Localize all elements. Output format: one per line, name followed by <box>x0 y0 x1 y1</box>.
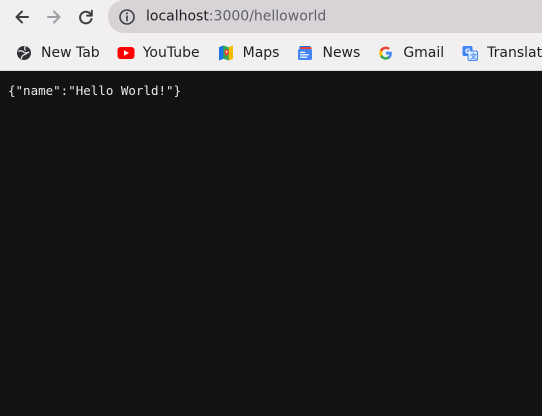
maps-icon <box>217 44 235 62</box>
bookmark-new-tab[interactable]: New Tab <box>12 38 106 68</box>
forward-button[interactable] <box>42 5 66 29</box>
new-tab-icon <box>15 44 33 62</box>
back-button[interactable] <box>10 5 34 29</box>
page-content: {"name":"Hello World!"} <box>0 71 542 416</box>
bookmarks-bar: New Tab YouTube Maps News Gmail G 文 Tran… <box>0 36 542 70</box>
arrow-left-icon <box>12 7 32 27</box>
bookmark-maps[interactable]: Maps <box>214 38 286 68</box>
bookmark-label-maps: Maps <box>242 45 280 61</box>
reload-button[interactable] <box>74 5 98 29</box>
svg-text:文: 文 <box>469 51 477 60</box>
address-bar[interactable]: localhost:3000/helloworld <box>108 0 542 33</box>
bookmark-label-new-tab: New Tab <box>41 45 100 61</box>
bookmark-label-news: News <box>322 45 361 61</box>
url-host: localhost <box>146 8 209 24</box>
bookmark-label-translate: Translate <box>487 45 542 61</box>
bookmark-translate[interactable]: G 文 Translate <box>458 38 542 68</box>
bookmark-label-youtube: YouTube <box>142 45 200 61</box>
arrow-right-icon <box>44 7 64 27</box>
reload-icon <box>76 7 96 27</box>
bookmark-gmail[interactable]: Gmail <box>374 38 450 68</box>
translate-icon: G 文 <box>461 44 479 62</box>
url-text[interactable]: localhost:3000/helloworld <box>146 9 326 23</box>
youtube-icon <box>117 44 135 62</box>
browser-toolbar: localhost:3000/helloworld <box>0 0 542 35</box>
bookmark-youtube[interactable]: YouTube <box>114 38 206 68</box>
browser-chrome: localhost:3000/helloworld New Tab YouTub… <box>0 0 542 71</box>
gmail-icon <box>377 44 395 62</box>
bookmark-label-gmail: Gmail <box>403 45 445 61</box>
bookmark-news[interactable]: News <box>293 38 366 68</box>
url-port-path: :3000/helloworld <box>208 8 327 24</box>
json-response-text: {"name":"Hello World!"} <box>8 83 182 98</box>
news-icon <box>296 44 314 62</box>
site-info-icon[interactable] <box>118 8 136 26</box>
